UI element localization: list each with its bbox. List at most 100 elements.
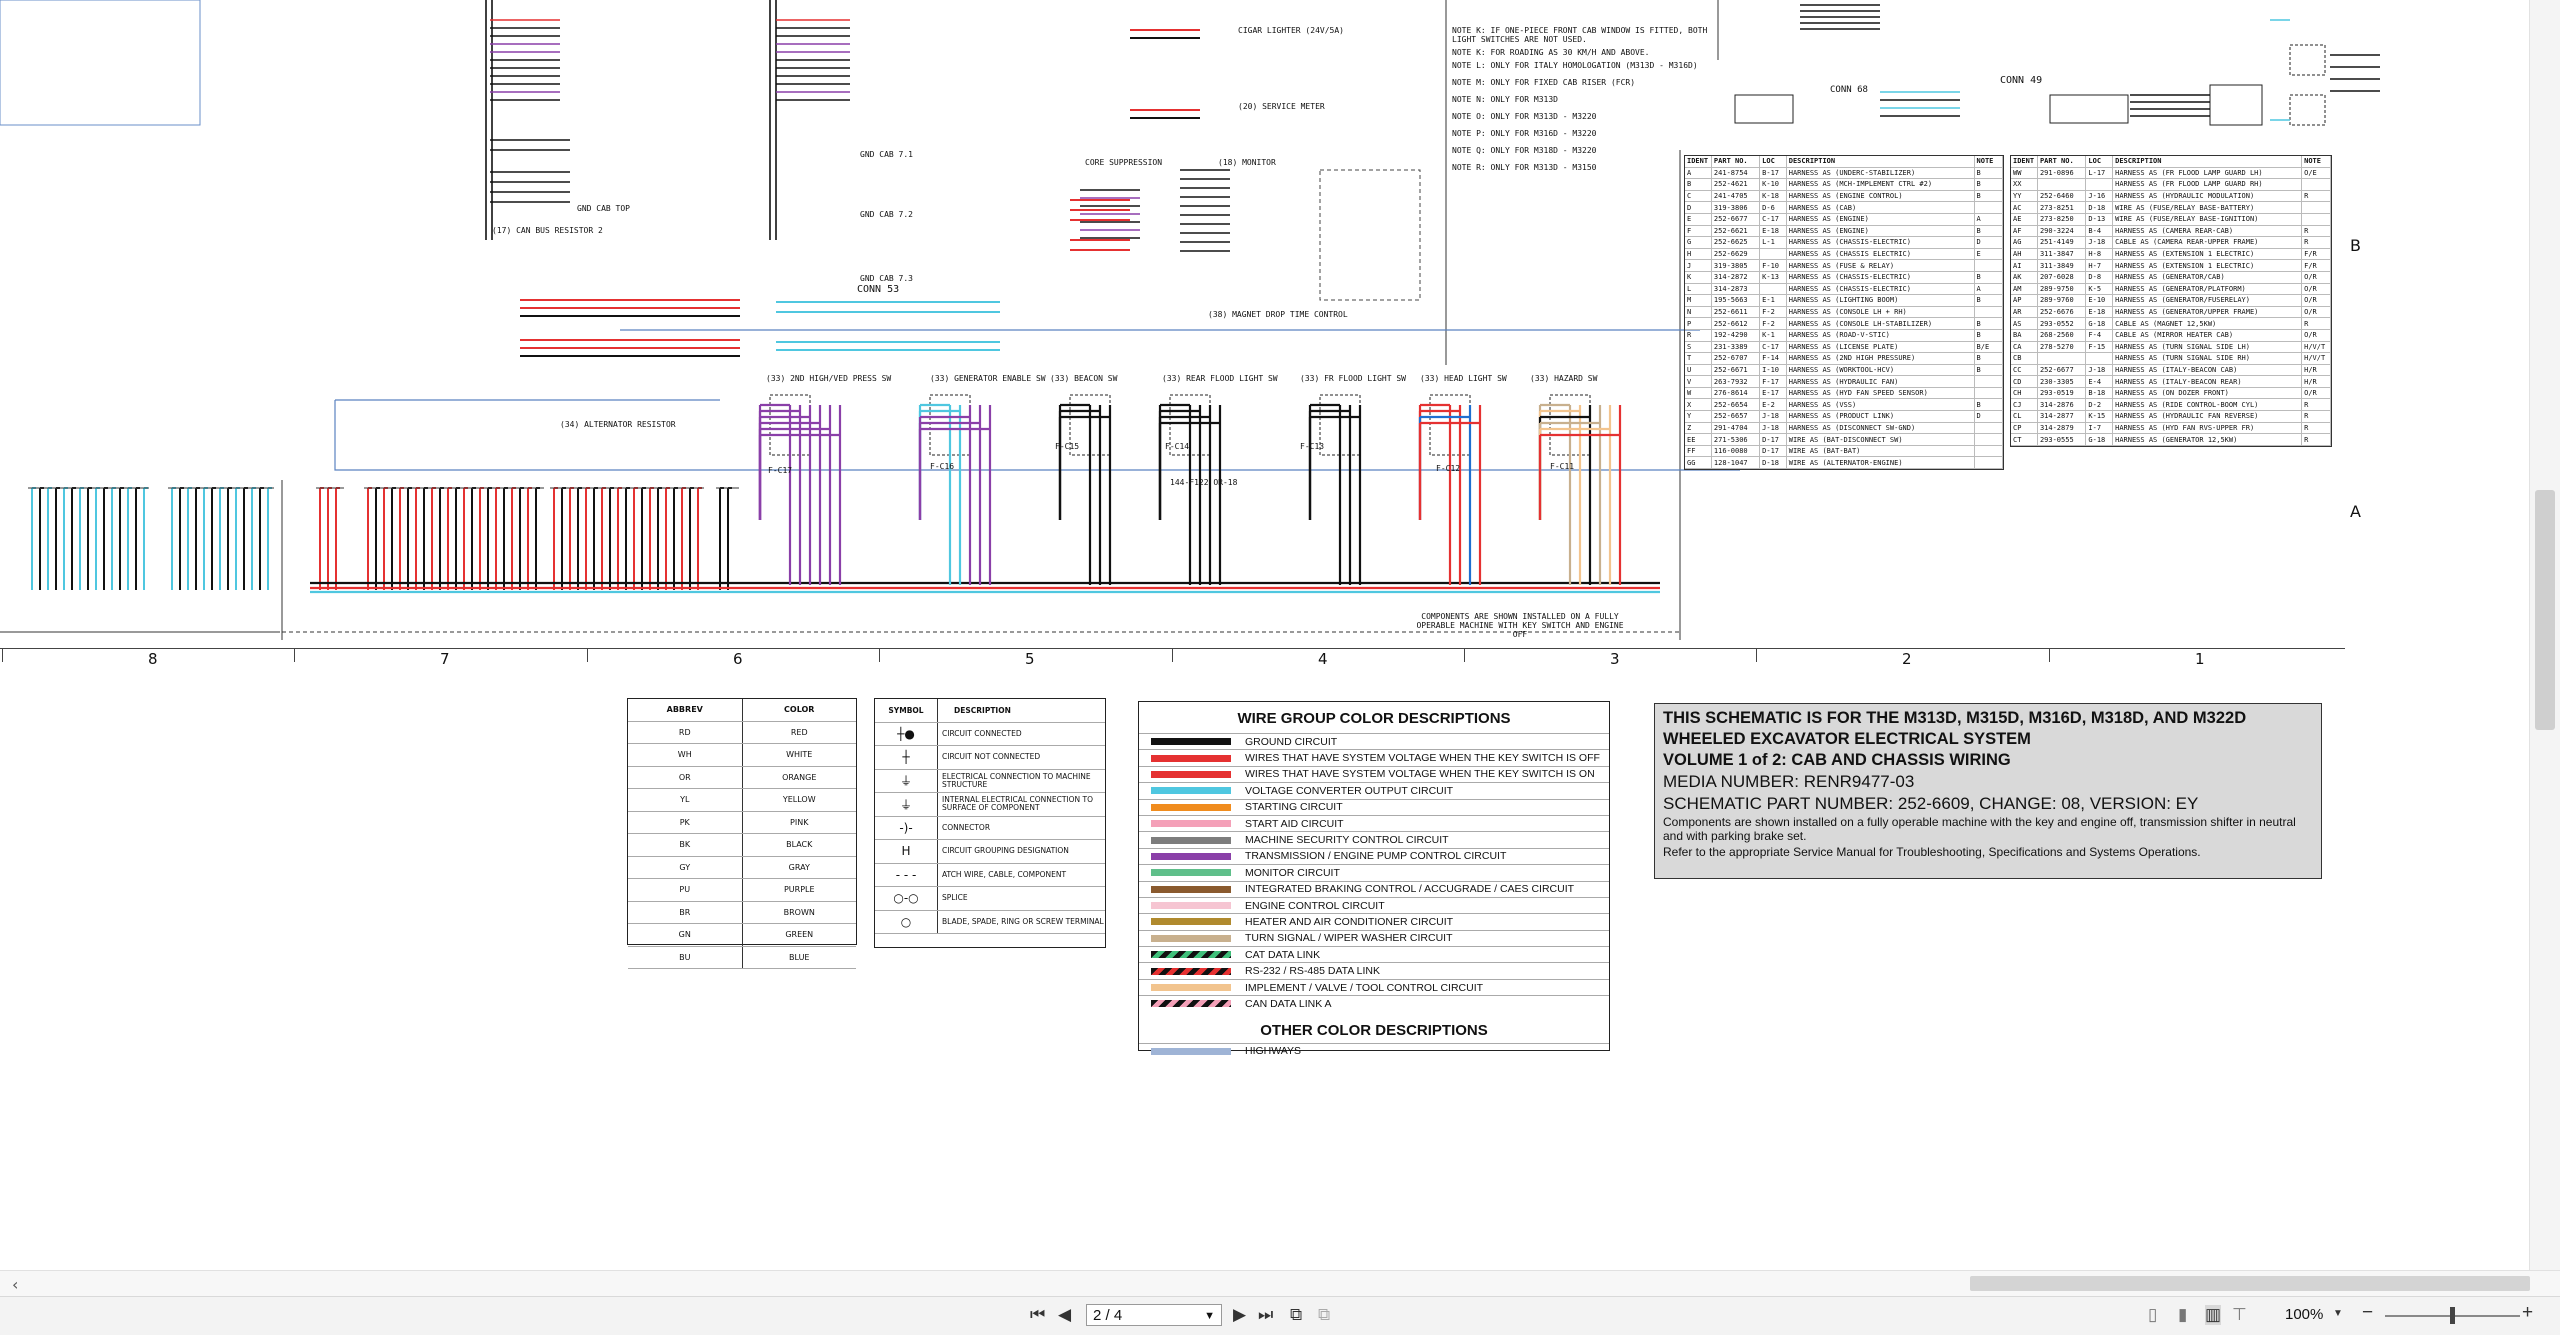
schematic-viewport[interactable]: (33) 2ND HIGH/VED PRESS SW (33) GENERATO… [0,0,2530,1270]
table-row: AE 273-8250 D-13 WIRE AS (FUSE/RELAY BASE-I… [2011,213,2331,226]
next-page-icon[interactable]: ▶ [1233,1305,1246,1325]
table-row: E 252-6677 C-17 HARNESS AS (ENGINE) A [1685,213,2004,226]
fuse-label: F-C14 [1165,442,1190,451]
grid-column-label: 8 [148,650,158,668]
table-row: AH 311-3847 H-8 HARNESS AS (EXTENSION 1 ELE… [2011,248,2331,261]
table-row: X 252-6654 E-2 HARNESS AS (VSS) B [1685,398,2004,412]
table-cell: H/V/T [2301,352,2331,365]
table-cell: 293-0555 [2037,433,2087,446]
table-cell: D [1974,236,2004,249]
table-cell [1974,422,2004,435]
table-row: XX HARNESS AS (FR FLOOD LAMP GUARD RH) [2011,178,2331,191]
single-page-view-icon[interactable]: ▯ [2148,1305,2157,1325]
table-cell: CP [2011,422,2038,435]
table-cell [2037,178,2087,191]
scroll-left-icon[interactable]: ‹ [12,1275,18,1294]
grid-column-label: 3 [1610,650,1620,668]
table-cell: B [1974,190,2004,203]
table-cell: AH [2011,248,2038,261]
table-cell: HARNESS AS (GENERATOR/PLATFORM) [2112,283,2303,296]
vertical-scrollbar[interactable] [2529,0,2560,1270]
table-cell: Z [1685,422,1712,435]
monitor-outline [1319,169,1421,301]
table-cell: WIRE AS (ALTERNATOR-ENGINE) [1786,456,1975,470]
zoom-out-icon[interactable]: − [2362,1302,2373,1324]
table-cell: 252-6676 [2037,306,2087,319]
connector-label: CONN 49 [2000,75,2043,86]
table-row: ○-○ SPLICE [875,886,1105,911]
wire-color-row: TRANSMISSION / ENGINE PUMP CONTROL CIRCU… [1139,847,1609,864]
table-cell: 116-0080 [1711,445,1761,458]
table-cell: 290-3224 [2037,225,2087,238]
table-cell [2301,201,2331,214]
table-cell: K-10 [1759,178,1787,191]
table-cell: HARNESS AS (CONSOLE LH-STABILIZER) [1786,317,1975,330]
table-cell: HARNESS AS (GENERATOR 12,5KW) [2112,433,2303,446]
media-number: MEDIA NUMBER: RENR9477-03 [1663,772,1915,791]
table-cell: HARNESS AS (HYD FAN RVS-UPPER FR) [2112,422,2303,435]
parts-table: IDENT PART NO. LOC DESCRIPTION NOTE WW 291-089… [2011,156,2331,446]
table-cell: HARNESS AS (MCH-IMPLEMENT CTRL #2) [1786,178,1975,191]
table-row: CH 293-0519 B-18 HARNESS AS (ON DOZER FRONT… [2011,387,2331,400]
table-row: A 241-8754 B-17 HARNESS AS (UNDERC-STABILIZ… [1685,167,2004,180]
wire-color-row: MACHINE SECURITY CONTROL CIRCUIT [1139,831,1609,847]
page-number-select[interactable]: 2 / 4 ▼ [1086,1304,1222,1326]
wire-color-label: MACHINE SECURITY CONTROL CIRCUIT [1245,834,1449,847]
cover-view-icon[interactable]: ⊤ [2232,1305,2247,1325]
continuous-view-icon[interactable]: ▮ [2178,1305,2187,1325]
table-cell: WIRE AS (FUSE/RELAY BASE-BATTERY) [2112,201,2303,214]
table-cell: R [1685,329,1712,342]
table-cell: 252-6677 [2037,364,2087,377]
column-header: LOC [1759,156,1787,168]
table-cell: CD [2011,375,2038,388]
last-page-icon[interactable]: ⏭ [1258,1305,1273,1325]
table-cell: HARNESS AS (WORKTOOL-HCV) [1786,364,1975,377]
column-header: PART NO. [1711,156,1761,168]
zoom-in-icon[interactable]: + [2522,1302,2533,1324]
table-cell [1974,456,2004,470]
table-row: L 314-2873 HARNESS AS (CHASSIS-ELECTRIC) A [1685,283,2004,296]
description-cell: INTERNAL ELECTRICAL CONNECTION TO SURFAC… [937,792,1105,817]
table-cell: HARNESS AS (DISCONNECT SW-GND) [1786,422,1975,435]
table-cell [1759,248,1787,261]
color-cell: PINK [742,811,856,834]
zoom-dropdown-icon[interactable]: ▼ [2333,1308,2343,1319]
zoom-level[interactable]: 100% [2285,1306,2323,1323]
note-line: NOTE M: ONLY FOR FIXED CAB RISER (FCR) [1452,78,1636,87]
fuse-label: F-C12 [1436,464,1461,473]
other-colors-title: OTHER COLOR DESCRIPTIONS [1260,1021,1488,1039]
table-cell: HARNESS AS (CHASSIS ELECTRIC) [1786,248,1975,261]
installation-note: Components are shown installed on a full… [1663,815,2296,843]
table-cell: K-13 [1759,271,1787,284]
rotate-view-icon[interactable]: ⧉ [1290,1305,1302,1325]
table-row: CT 293-0555 G-18 HARNESS AS (GENERATOR 12,5… [2011,433,2331,446]
table-cell: O/R [2301,294,2331,307]
wire-color-label: CAN DATA LINK A [1245,997,1332,1010]
table-row: WW 291-0896 L-17 HARNESS AS (FR FLOOD LAMP … [2011,167,2331,180]
table-cell: HARNESS AS (HYDRAULIC FAN) [1786,375,1975,388]
previous-page-icon[interactable]: ◀ [1058,1305,1071,1325]
table-cell: HARNESS AS (FR FLOOD LAMP GUARD RH) [2112,178,2303,191]
facing-view-icon[interactable]: ▥ [2205,1305,2222,1325]
horizontal-scrollbar[interactable]: ‹ [0,1270,2560,1297]
table-cell: 289-9760 [2037,294,2087,307]
table-cell: 293-0519 [2037,387,2087,400]
color-header: COLOR [742,699,856,722]
horizontal-scroll-thumb[interactable] [1970,1276,2530,1291]
table-cell: G [1685,236,1712,249]
vertical-scroll-thumb[interactable] [2535,490,2555,730]
copy-view-icon[interactable]: ⧉ [1318,1305,1330,1325]
table-cell: 252-6612 [1711,317,1761,330]
title-line-1: THIS SCHEMATIC IS FOR THE M313D, M315D, … [1663,709,2247,727]
zoom-slider-handle[interactable] [2450,1307,2455,1324]
table-cell: H/R [2301,375,2331,388]
color-cell: WHITE [742,743,856,767]
fuse-label: F-C16 [930,462,955,471]
ruler-tick [587,648,588,662]
table-row: AF 290-3224 B-4 HARNESS AS (CAMERA REAR-CAB… [2011,225,2331,238]
wire-color-label: MONITOR CIRCUIT [1245,866,1340,879]
wire-color-label: TRANSMISSION / ENGINE PUMP CONTROL CIRCU… [1245,850,1507,863]
first-page-icon[interactable]: ⏮ [1030,1305,1045,1325]
component-label: CIGAR LIGHTER (24V/5A) [1238,26,1344,35]
table-cell: 252-6657 [1711,410,1761,423]
